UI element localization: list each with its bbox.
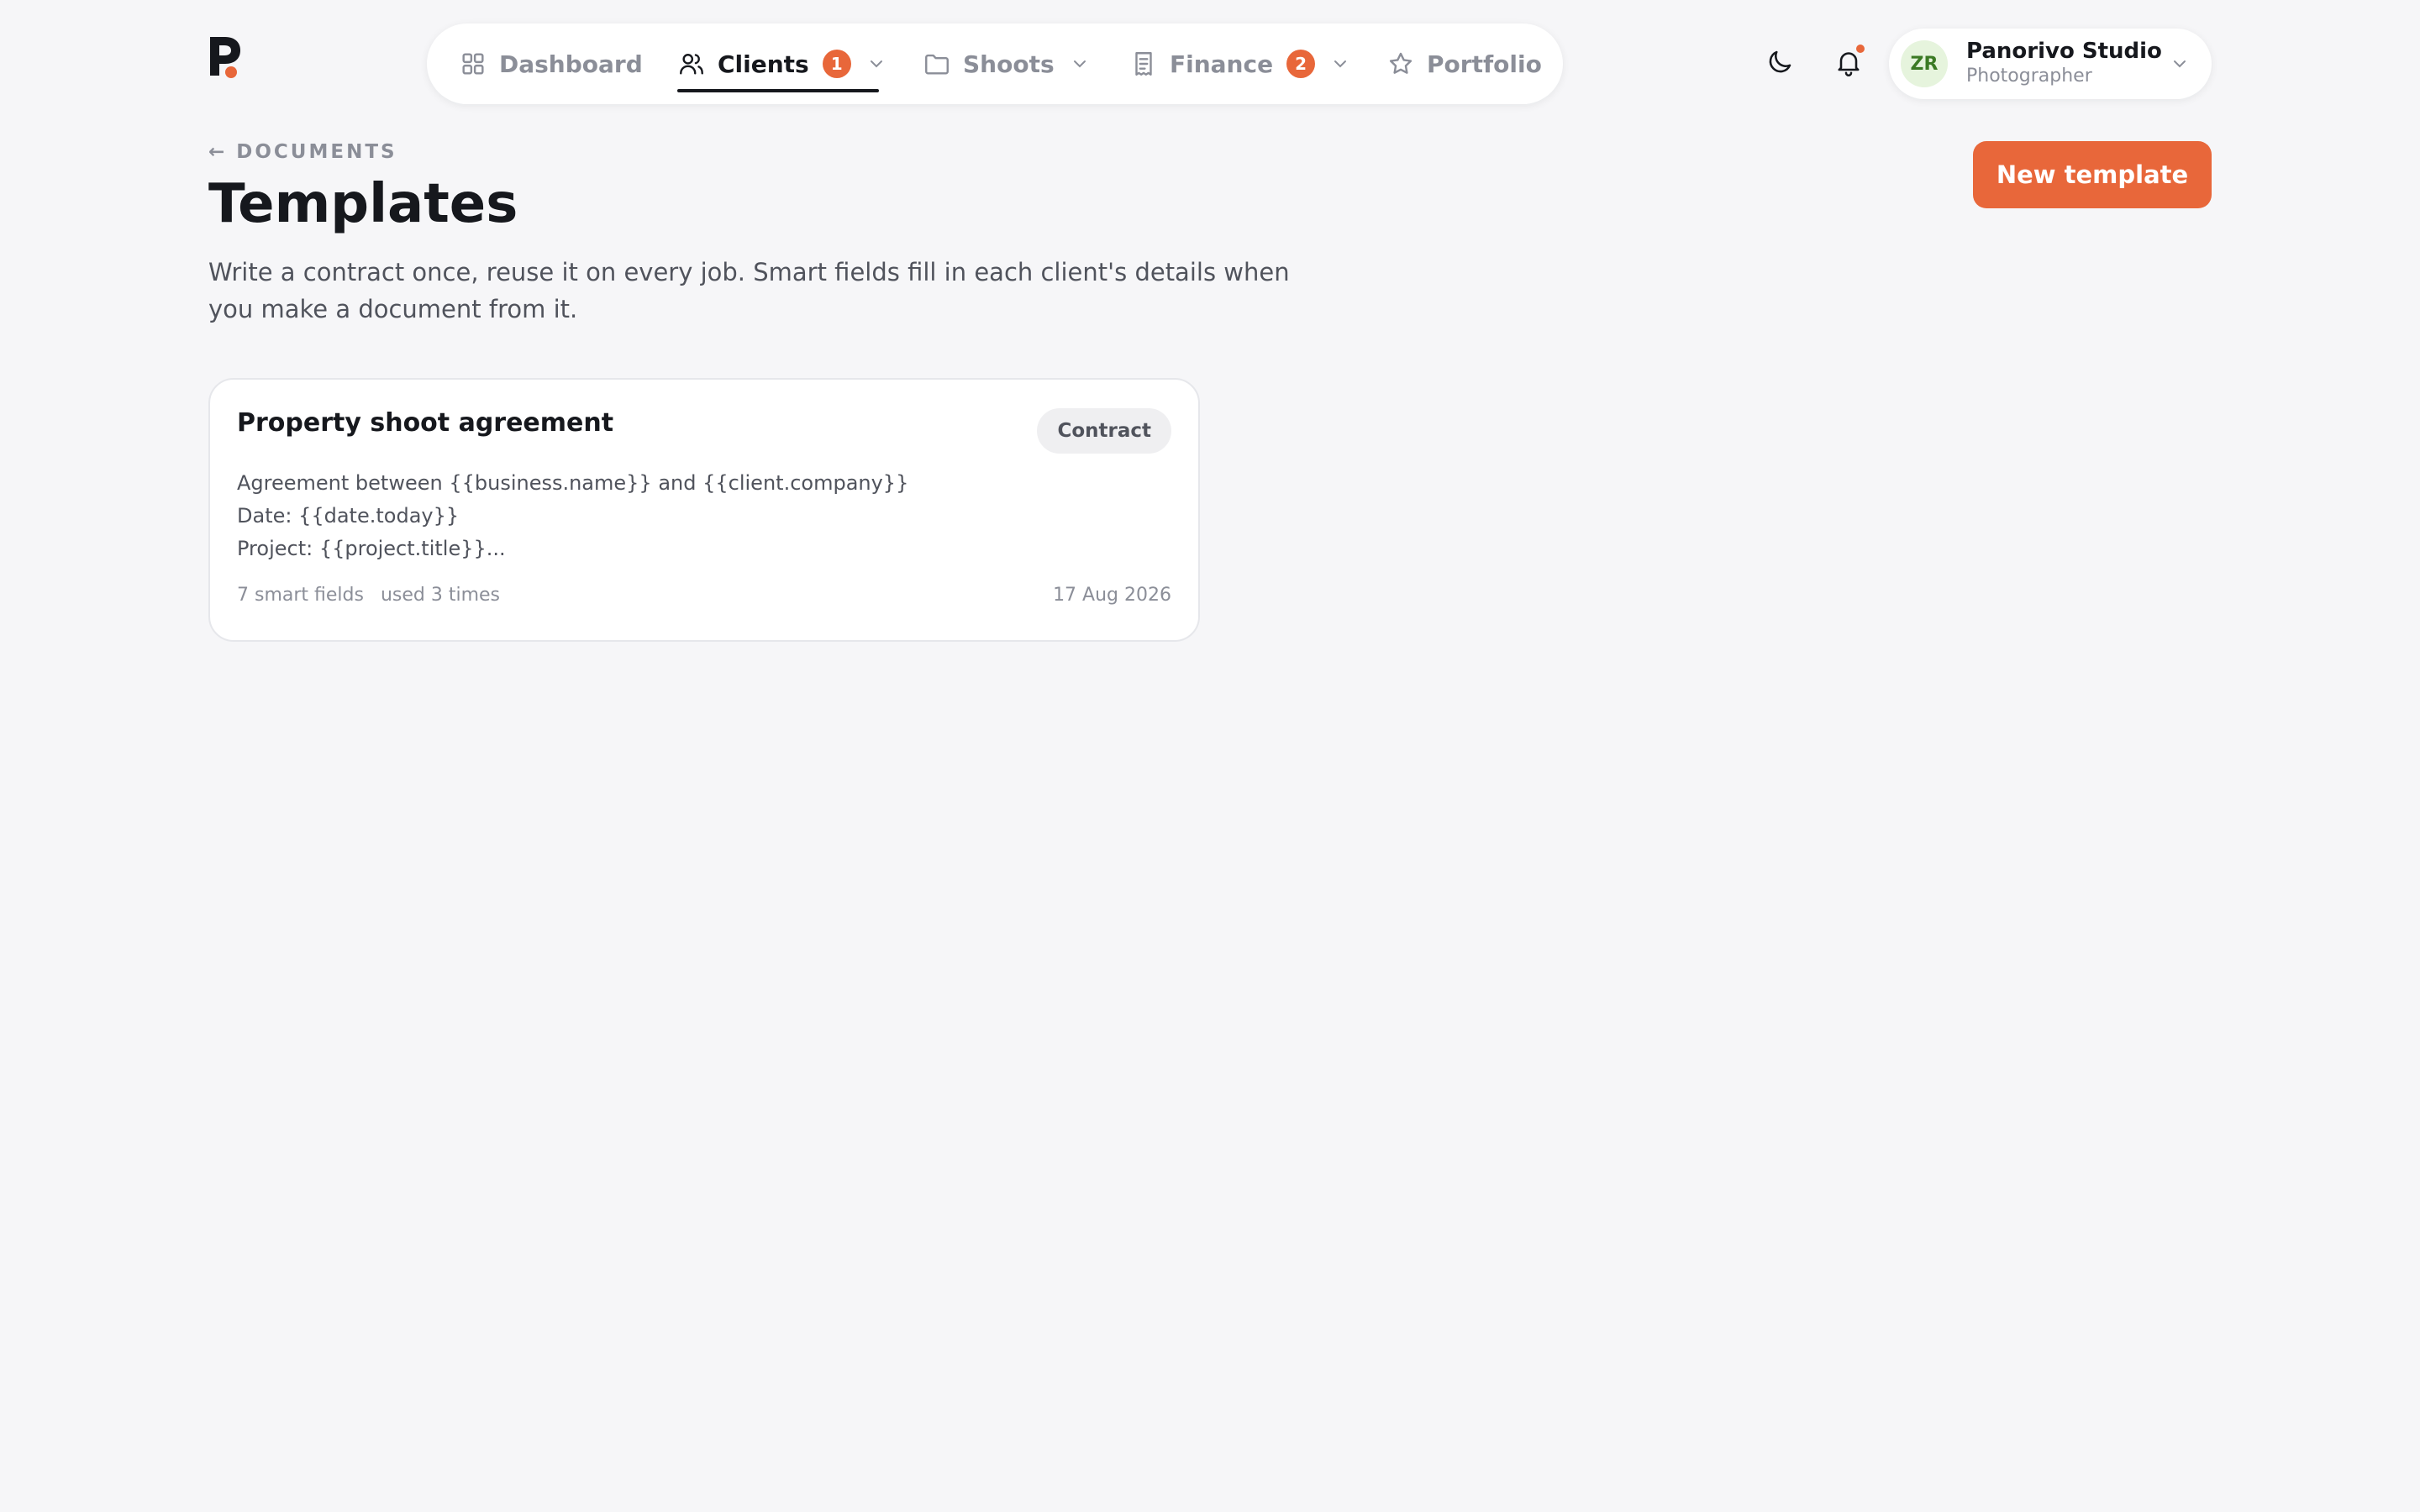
receipt-icon	[1129, 50, 1158, 78]
brand-logo[interactable]	[208, 35, 244, 79]
nav-item-finance[interactable]: Finance 2	[1129, 24, 1350, 104]
nav-item-shoots[interactable]: Shoots	[923, 24, 1090, 104]
theme-toggle-button[interactable]	[1756, 39, 1803, 86]
usage-count: used 3 times	[380, 585, 501, 606]
smart-fields-count: 7 smart fields	[237, 585, 364, 606]
nav-label: Portfolio	[1427, 50, 1542, 78]
nav-item-portfolio[interactable]: Portfolio	[1386, 24, 1542, 104]
users-icon	[677, 50, 706, 78]
finance-count-badge: 2	[1286, 50, 1316, 78]
chevron-down-icon	[1330, 54, 1350, 74]
nav-item-dashboard[interactable]: Dashboard	[459, 24, 643, 104]
template-preview: Agreement between {{business.name}} and …	[237, 467, 1161, 565]
chevron-down-icon	[866, 54, 886, 74]
breadcrumb-back-link[interactable]: ← DOCUMENTS	[208, 141, 397, 163]
nav-label: Finance	[1170, 50, 1274, 78]
clients-count-badge: 1	[822, 50, 851, 78]
preview-line: Date: {{date.today}}	[237, 504, 460, 528]
profile-role: Photographer	[1966, 66, 2092, 87]
star-icon	[1386, 50, 1415, 78]
page-title: Templates	[208, 173, 518, 235]
nav-label: Clients	[718, 50, 809, 78]
template-meta: 7 smart fields used 3 times	[237, 585, 500, 606]
template-card[interactable]: Property shoot agreement Contract Agreem…	[208, 378, 1200, 642]
avatar: ZR	[1901, 40, 1948, 87]
chevron-down-icon	[1070, 54, 1090, 74]
new-template-button[interactable]: New template	[1973, 141, 2212, 208]
active-tab-indicator	[677, 89, 879, 92]
template-date: 17 Aug 2026	[1053, 585, 1171, 606]
notification-dot	[1854, 42, 1867, 55]
profile-name: Panorivo Studio	[1966, 39, 2162, 64]
preview-line: Agreement between {{business.name}} and …	[237, 471, 909, 495]
template-type-badge: Contract	[1037, 408, 1171, 454]
app-page: Dashboard Clients 1 Shoots Finance 2 Por…	[0, 0, 2420, 1512]
template-title: Property shoot agreement	[237, 408, 614, 438]
folder-icon	[923, 50, 951, 78]
page-description: Write a contract once, reuse it on every…	[208, 258, 1290, 323]
nav-label: Shoots	[963, 50, 1055, 78]
profile-menu[interactable]: ZR Panorivo Studio Photographer	[1889, 29, 2212, 99]
nav-label: Dashboard	[499, 50, 643, 78]
main-nav: Dashboard Clients 1 Shoots Finance 2 Por…	[427, 24, 1563, 104]
preview-line: Project: {{project.title}}...	[237, 537, 506, 560]
chevron-down-icon	[2170, 54, 2190, 74]
grid-icon	[459, 50, 487, 78]
moon-icon	[1765, 47, 1795, 77]
